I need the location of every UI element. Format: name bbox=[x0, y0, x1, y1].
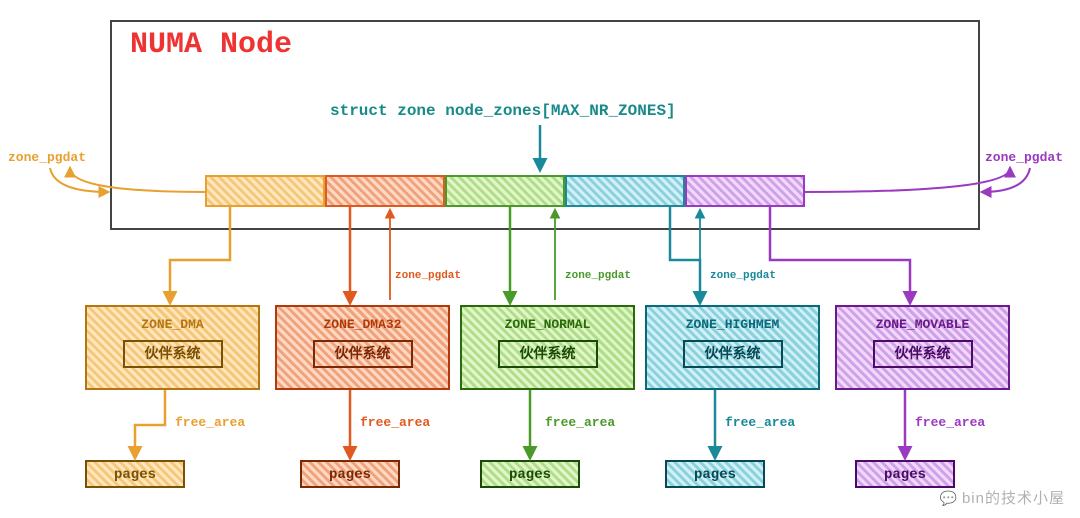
zone-normal-name: ZONE_NORMAL bbox=[462, 317, 633, 332]
zone-movable-box: ZONE_MOVABLE 伙伴系统 bbox=[835, 305, 1010, 390]
zone-movable-freearea: free_area bbox=[915, 415, 985, 430]
zone-highmem-freearea: free_area bbox=[725, 415, 795, 430]
struct-zone-label: struct zone node_zones[MAX_NR_ZONES] bbox=[330, 102, 676, 120]
zone-movable-buddy: 伙伴系统 bbox=[873, 340, 973, 368]
zone-dma32-pages: pages bbox=[300, 460, 400, 488]
zone-dma-freearea: free_area bbox=[175, 415, 245, 430]
zone-movable-name: ZONE_MOVABLE bbox=[837, 317, 1008, 332]
zone-pgdat-left: zone_pgdat bbox=[8, 150, 86, 165]
zone-highmem-name: ZONE_HIGHMEM bbox=[647, 317, 818, 332]
zone-dma32-buddy: 伙伴系统 bbox=[313, 340, 413, 368]
zone-cell-normal bbox=[445, 175, 565, 207]
zone-normal-pages: pages bbox=[480, 460, 580, 488]
zone-dma-pages: pages bbox=[85, 460, 185, 488]
zone-pgdat-normal: zone_pgdat bbox=[565, 270, 631, 282]
zone-dma-buddy: 伙伴系统 bbox=[123, 340, 223, 368]
zone-movable-pages: pages bbox=[855, 460, 955, 488]
zone-normal-box: ZONE_NORMAL 伙伴系统 bbox=[460, 305, 635, 390]
zone-array bbox=[205, 175, 805, 207]
zone-normal-buddy: 伙伴系统 bbox=[498, 340, 598, 368]
numa-title: NUMA Node bbox=[130, 28, 292, 62]
zone-highmem-buddy: 伙伴系统 bbox=[683, 340, 783, 368]
watermark: bin的技术小屋 bbox=[940, 487, 1065, 508]
zone-pgdat-dma32: zone_pgdat bbox=[395, 270, 461, 282]
zone-pgdat-right: zone_pgdat bbox=[985, 150, 1063, 165]
zone-cell-dma32 bbox=[325, 175, 445, 207]
zone-cell-dma bbox=[205, 175, 325, 207]
zone-cell-movable bbox=[685, 175, 805, 207]
zone-highmem-pages: pages bbox=[665, 460, 765, 488]
zone-normal-freearea: free_area bbox=[545, 415, 615, 430]
zone-highmem-box: ZONE_HIGHMEM 伙伴系统 bbox=[645, 305, 820, 390]
zone-dma32-box: ZONE_DMA32 伙伴系统 bbox=[275, 305, 450, 390]
zone-pgdat-highmem: zone_pgdat bbox=[710, 270, 776, 282]
zone-dma-box: ZONE_DMA 伙伴系统 bbox=[85, 305, 260, 390]
zone-dma-name: ZONE_DMA bbox=[87, 317, 258, 332]
zone-dma32-freearea: free_area bbox=[360, 415, 430, 430]
zone-dma32-name: ZONE_DMA32 bbox=[277, 317, 448, 332]
zone-cell-highmem bbox=[565, 175, 685, 207]
